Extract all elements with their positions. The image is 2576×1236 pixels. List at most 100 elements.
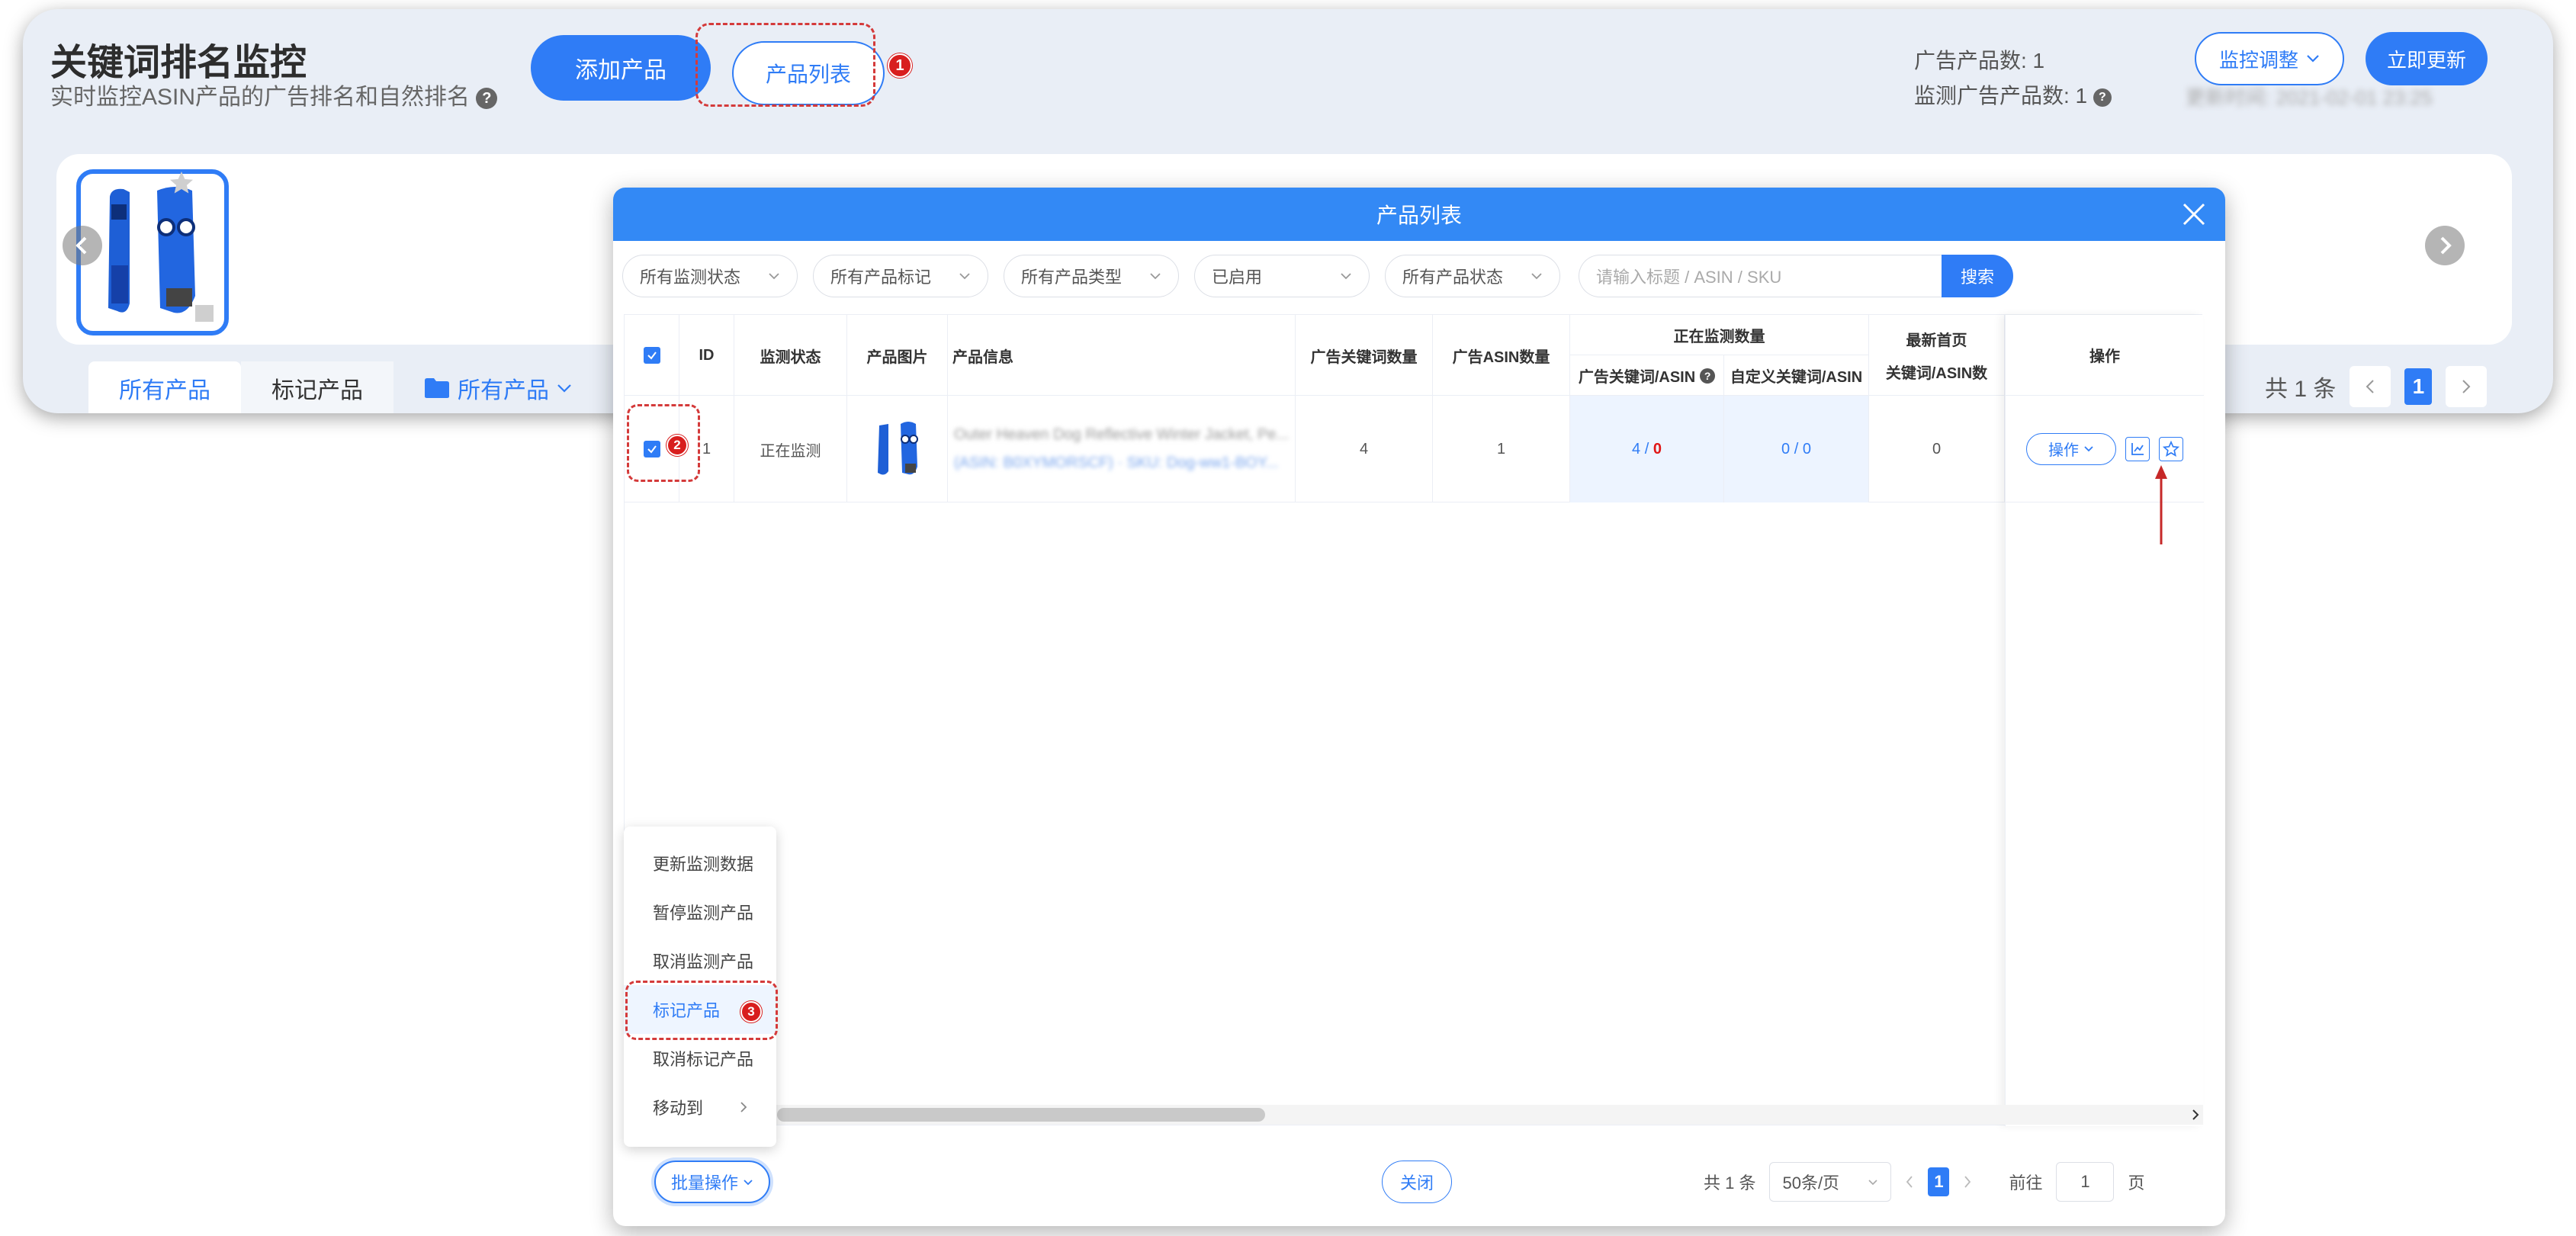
product-image[interactable] bbox=[867, 416, 928, 482]
filter-product-type-label: 所有产品类型 bbox=[1021, 268, 1123, 287]
ad-product-count: 广告产品数: 1 bbox=[1914, 49, 2045, 72]
pager-next[interactable] bbox=[2446, 366, 2488, 407]
dog-jacket-image bbox=[108, 187, 214, 322]
row-info-title[interactable]: Outer Heaven Dog Reflective Winter Jacke… bbox=[954, 426, 1289, 444]
page-size-value: 50条/页 bbox=[1782, 1173, 1840, 1193]
help-icon[interactable]: ? bbox=[1700, 368, 1716, 384]
row-chart-button[interactable] bbox=[2125, 436, 2150, 461]
monitored-ad-count: 监测广告产品数: 1 ? bbox=[1914, 79, 2112, 110]
annotation-box-1 bbox=[695, 23, 875, 107]
pager-current[interactable]: 1 bbox=[2404, 368, 2433, 405]
col-latest-first-page-label: 最新首页 bbox=[1906, 332, 1967, 349]
modal-close-button[interactable]: 关闭 bbox=[1382, 1161, 1452, 1203]
menu-item-unmark-product[interactable]: 取消标记产品 bbox=[624, 1034, 776, 1083]
close-icon[interactable] bbox=[2178, 198, 2210, 230]
row-custom-kw-asin[interactable]: 0 / 0 bbox=[1724, 396, 1869, 502]
menu-item-update-data[interactable]: 更新监测数据 bbox=[624, 839, 776, 888]
row-ad-kw-monitored: 4 bbox=[1632, 440, 1641, 457]
batch-actions-button[interactable]: 批量操作 bbox=[654, 1161, 770, 1203]
row-ad-keywords: 4 bbox=[1296, 396, 1433, 502]
help-icon[interactable]: ? bbox=[2093, 88, 2112, 107]
monitor-adjust-label: 监控调整 bbox=[2218, 48, 2298, 72]
horizontal-scrollbar[interactable] bbox=[625, 1105, 2203, 1125]
filter-monitor-status-label: 所有监测状态 bbox=[640, 268, 741, 287]
search-button[interactable]: 搜索 bbox=[1942, 255, 2013, 297]
row-image-cell bbox=[847, 396, 948, 502]
actions-column: 操作 操作 bbox=[2005, 315, 2204, 1126]
annotation-arrow-icon bbox=[2155, 465, 2167, 544]
annotation-step-1: 1 bbox=[888, 53, 912, 78]
filter-product-status-label: 所有产品状态 bbox=[1402, 268, 1504, 287]
col-monitoring-group: 正在监测数量 bbox=[1570, 315, 1869, 355]
add-product-button[interactable]: 添加产品 bbox=[531, 35, 711, 101]
carousel-prev-arrow[interactable] bbox=[63, 226, 102, 265]
menu-item-move-to-label: 移动到 bbox=[653, 1099, 704, 1118]
col-ad-kw-asin: 广告关键词/ASIN ? bbox=[1570, 355, 1724, 396]
tab-all-products[interactable]: 所有产品 bbox=[88, 361, 241, 413]
modal-pager-current[interactable]: 1 bbox=[1928, 1167, 1950, 1196]
tab-folder-all-products[interactable]: 所有产品 bbox=[393, 361, 602, 413]
row-latest-first-page: 0 bbox=[1869, 396, 2005, 502]
col-id: ID bbox=[679, 315, 734, 396]
chevron-down-icon bbox=[1868, 1179, 1878, 1185]
table-row[interactable]: 1 正在监测 Outer Heaven Dog Reflective Winte… bbox=[625, 396, 2203, 502]
chevron-right-icon bbox=[740, 1102, 747, 1112]
check-icon bbox=[647, 352, 657, 360]
menu-item-cancel-monitoring[interactable]: 取消监测产品 bbox=[624, 936, 776, 985]
page-subtitle: 实时监控ASIN产品的广告排名和自然排名 ? bbox=[50, 78, 498, 111]
select-all-checkbox[interactable] bbox=[643, 347, 660, 364]
col-ad-kw-asin-label: 广告关键词/ASIN bbox=[1578, 369, 1696, 386]
filter-product-type[interactable]: 所有产品类型 bbox=[1004, 255, 1179, 297]
chevron-right-icon bbox=[2462, 380, 2471, 393]
scrollbar-thumb[interactable] bbox=[777, 1108, 1265, 1122]
refresh-now-button[interactable]: 立即更新 bbox=[2366, 32, 2488, 85]
modal-pager: 共 1 条 50条/页 1 前往 1 页 bbox=[1704, 1162, 2145, 1202]
row-info: Outer Heaven Dog Reflective Winter Jacke… bbox=[948, 396, 1296, 502]
annotation-box-2 bbox=[627, 404, 700, 482]
filter-enabled[interactable]: 已启用 bbox=[1194, 255, 1370, 297]
modal-pager-total: 共 1 条 bbox=[1704, 1173, 1756, 1193]
col-status: 监测状态 bbox=[734, 315, 847, 396]
goto-page-input[interactable]: 1 bbox=[2056, 1162, 2115, 1202]
monitor-adjust-dropdown[interactable]: 监控调整 bbox=[2195, 32, 2344, 85]
help-icon[interactable]: ? bbox=[476, 88, 498, 110]
chevron-down-icon bbox=[1150, 273, 1161, 280]
annotation-step-2: 2 bbox=[666, 435, 688, 456]
star-icon[interactable] bbox=[168, 169, 195, 197]
carousel-next-arrow[interactable] bbox=[2425, 226, 2465, 265]
row-actions: 操作 bbox=[2006, 396, 2204, 502]
page-subtitle-text: 实时监控ASIN产品的广告排名和自然排名 bbox=[50, 85, 471, 110]
chart-icon bbox=[2131, 442, 2144, 455]
chevron-right-icon bbox=[2440, 236, 2452, 255]
chevron-right-icon[interactable] bbox=[1963, 1175, 1972, 1189]
chevron-down-icon bbox=[2084, 446, 2093, 452]
menu-item-pause-monitoring[interactable]: 暂停监测产品 bbox=[624, 888, 776, 936]
chevron-left-icon bbox=[2366, 380, 2375, 393]
menu-item-move-to[interactable]: 移动到 bbox=[624, 1083, 776, 1132]
filter-product-mark[interactable]: 所有产品标记 bbox=[813, 255, 988, 297]
filter-product-status[interactable]: 所有产品状态 bbox=[1385, 255, 1560, 297]
filter-monitor-status[interactable]: 所有监测状态 bbox=[622, 255, 798, 297]
row-ad-kw-asin[interactable]: 4 / 0 bbox=[1570, 396, 1724, 502]
chevron-right-icon[interactable] bbox=[2191, 1109, 2200, 1121]
filter-bar: 所有监测状态 所有产品标记 所有产品类型 已启用 所有产品状态 bbox=[622, 255, 1560, 297]
folder-icon bbox=[425, 378, 449, 398]
batch-actions-label: 批量操作 bbox=[670, 1173, 738, 1193]
chevron-down-icon bbox=[769, 273, 779, 280]
page-size-select[interactable]: 50条/页 bbox=[1769, 1162, 1892, 1202]
row-info-meta: (ASIN: B0XYMORSCF) · SKU: Dog-ww1-BOY... bbox=[954, 454, 1279, 471]
row-mark-button[interactable] bbox=[2159, 436, 2183, 461]
col-ad-asins: 广告ASIN数量 bbox=[1433, 315, 1570, 396]
chevron-left-icon[interactable] bbox=[1905, 1175, 1914, 1189]
col-latest-first-page: 最新首页 关键词/ASIN数 bbox=[1869, 315, 2005, 396]
table-header: ID 监测状态 产品图片 产品信息 广告关键词数量 广告ASIN数量 正在监测数… bbox=[625, 315, 2203, 396]
goto-label: 前往 bbox=[2009, 1173, 2043, 1193]
col-image: 产品图片 bbox=[847, 315, 948, 396]
pager-prev[interactable] bbox=[2350, 366, 2391, 407]
search-input[interactable]: 请输入标题 / ASIN / SKU bbox=[1579, 255, 1942, 297]
star-icon bbox=[2163, 440, 2179, 457]
tab-marked-products[interactable]: 标记产品 bbox=[241, 361, 393, 413]
col-ad-keywords: 广告关键词数量 bbox=[1296, 315, 1433, 396]
page-unit-label: 页 bbox=[2128, 1173, 2145, 1193]
row-action-dropdown[interactable]: 操作 bbox=[2026, 432, 2116, 465]
